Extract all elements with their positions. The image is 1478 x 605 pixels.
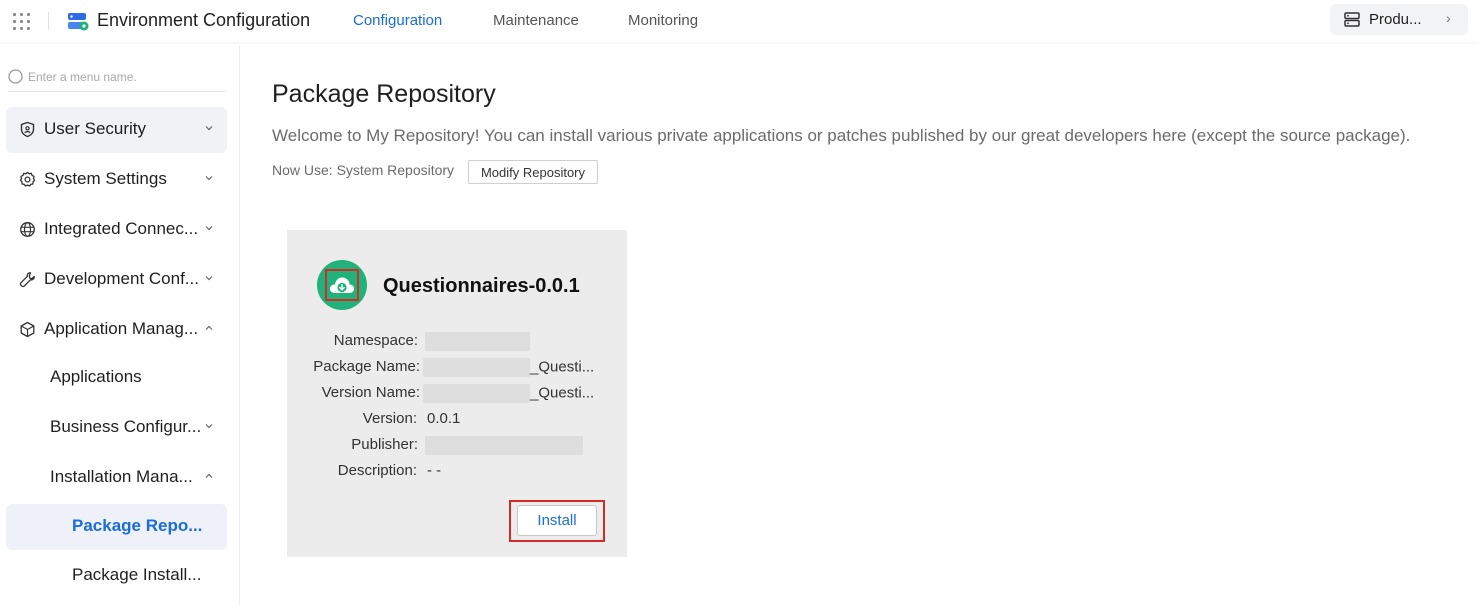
product-switch-label: Produ...: [1369, 11, 1422, 28]
sidebar-item-label: Package Repo...: [72, 516, 203, 535]
header-divider: [48, 12, 49, 30]
sidebar-item-user-security[interactable]: User Security: [6, 107, 227, 153]
package-name-value: _Questi...: [423, 358, 594, 377]
sidebar-item-label: Package Install...: [72, 565, 202, 584]
publisher-value: [425, 436, 583, 455]
shield-icon: [20, 121, 35, 138]
redacted-value: [423, 358, 530, 377]
globe-icon: [20, 222, 35, 237]
welcome-text: Welcome to My Repository! You can instal…: [272, 126, 1411, 145]
package-card: Questionnaires-0.0.1 Namespace: Package …: [287, 230, 627, 557]
install-button[interactable]: Install: [517, 505, 597, 536]
description-label: Description:: [337, 462, 417, 479]
chevron-up-icon: [205, 473, 213, 478]
sidebar-item-installation-management[interactable]: Installation Mana...: [6, 455, 227, 501]
chevron-up-icon: [205, 325, 213, 330]
tab-maintenance[interactable]: Maintenance: [493, 12, 579, 29]
sidebar-item-integrated-connections[interactable]: Integrated Connec...: [6, 207, 227, 253]
wrench-icon: [19, 272, 35, 288]
tab-configuration[interactable]: Configuration: [353, 12, 442, 29]
app-title: Environment Configuration: [97, 10, 311, 30]
description-value: - -: [427, 462, 442, 479]
cube-icon: [20, 321, 35, 338]
version-label: Version:: [362, 410, 417, 427]
tab-monitoring[interactable]: Monitoring: [628, 12, 698, 29]
chevron-down-icon: [205, 226, 213, 231]
page-title: Package Repository: [272, 80, 496, 108]
sidebar-item-label: System Settings: [44, 169, 167, 188]
namespace-label: Namespace:: [333, 332, 418, 349]
sidebar-item-label: Integrated Connec...: [44, 219, 199, 238]
menu-search-input[interactable]: [28, 66, 224, 88]
sidebar-item-package-installation[interactable]: Package Install...: [6, 553, 227, 599]
product-switch-button[interactable]: Produ... ›: [1330, 4, 1468, 35]
app-grid-icon[interactable]: [12, 11, 32, 31]
sidebar-item-label: Application Manag...: [44, 319, 199, 338]
chevron-down-icon: [205, 424, 213, 429]
sidebar-item-package-repository[interactable]: Package Repo...: [6, 504, 227, 550]
package-name-label: Package Name:: [313, 358, 420, 375]
version-name-label: Version Name:: [321, 384, 420, 401]
redacted-value: [425, 332, 530, 351]
current-repository-text: Now Use: System Repository: [272, 162, 455, 178]
package-download-button[interactable]: [317, 260, 367, 310]
version-name-value: _Questi...: [423, 384, 594, 403]
chevron-right-icon: ›: [1446, 10, 1451, 26]
redacted-value: [425, 436, 583, 455]
top-bar: Environment Configuration Configuration …: [0, 0, 1478, 42]
chevron-down-icon: [205, 126, 213, 131]
package-name: Questionnaires-0.0.1: [383, 275, 580, 297]
sidebar-item-system-settings[interactable]: System Settings: [6, 157, 227, 203]
server-icon: [1344, 12, 1360, 27]
sidebar-item-label: Installation Mana...: [50, 467, 193, 486]
sidebar-item-label: Business Configur...: [50, 417, 202, 436]
sidebar-item-label: Applications: [50, 367, 142, 386]
chevron-down-icon: [205, 176, 213, 181]
namespace-value: [425, 332, 530, 351]
sidebar-item-label: User Security: [44, 119, 147, 138]
publisher-label: Publisher:: [351, 436, 418, 453]
gear-icon: [19, 171, 36, 187]
chevron-down-icon: [205, 276, 213, 281]
version-value: 0.0.1: [427, 410, 461, 427]
highlight-box: [325, 269, 359, 301]
redacted-value: [423, 384, 530, 403]
sidebar-item-label: Development Conf...: [44, 269, 199, 288]
search-icon: [8, 69, 23, 84]
sidebar-item-application-management[interactable]: Application Manag...: [6, 307, 227, 353]
menu-search: [8, 66, 226, 92]
modify-repository-button[interactable]: Modify Repository: [468, 160, 598, 184]
sidebar-item-applications[interactable]: Applications: [6, 355, 227, 401]
environment-logo-icon: [68, 13, 89, 31]
sidebar-item-business-configuration[interactable]: Business Configur...: [6, 405, 227, 451]
sidebar: User Security System Settings Integrated…: [0, 46, 240, 605]
sidebar-item-development-configuration[interactable]: Development Conf...: [6, 257, 227, 303]
